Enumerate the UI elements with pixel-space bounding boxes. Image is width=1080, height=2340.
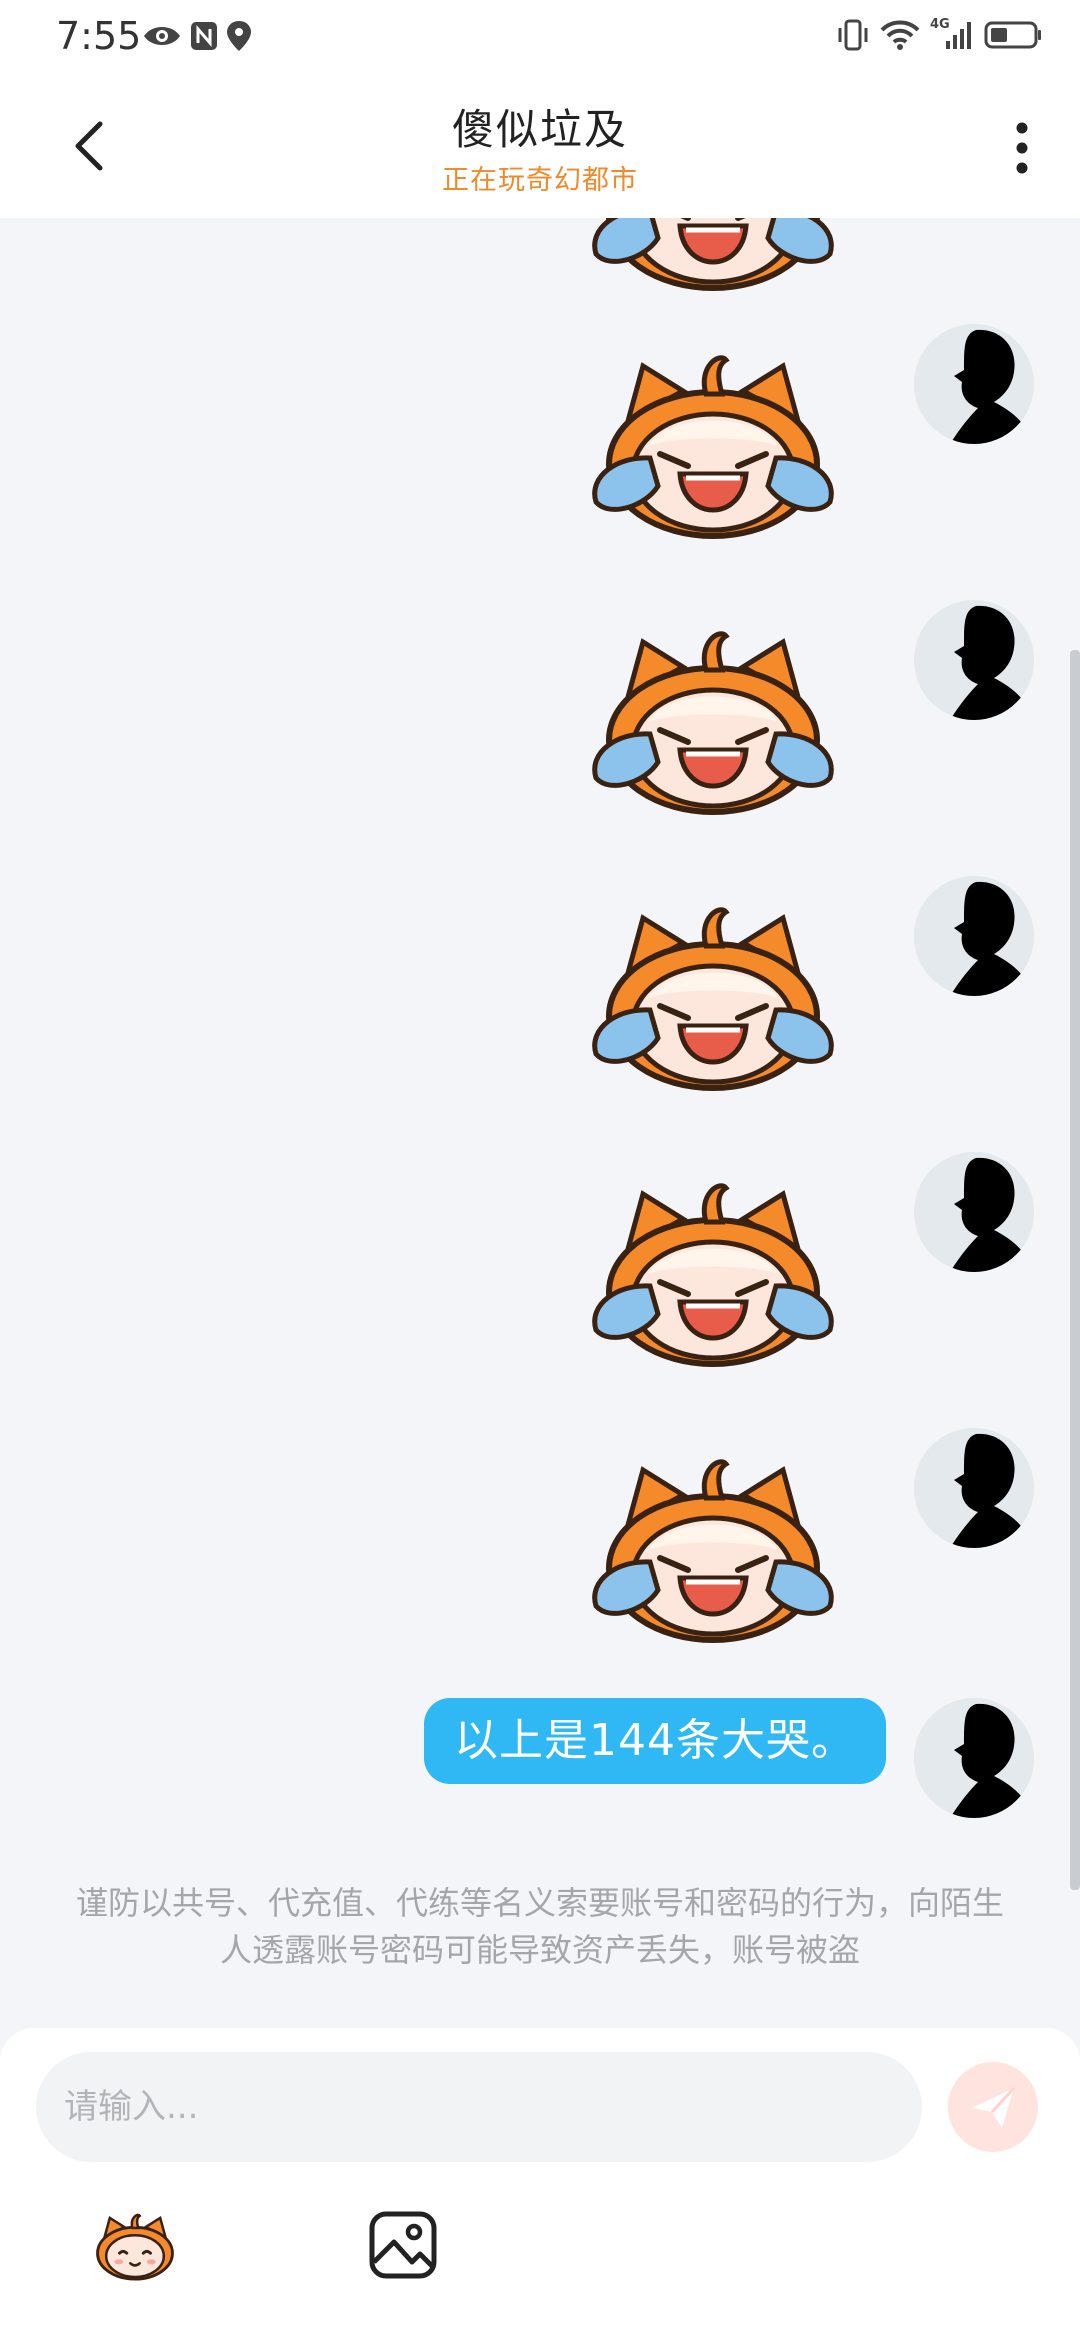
composer-panel [0, 2028, 1080, 2340]
sticker-message-partial[interactable] [588, 218, 838, 294]
sticker-message[interactable] [588, 1174, 838, 1370]
user-avatar[interactable] [914, 600, 1034, 720]
chat-message-list[interactable]: 以上是144条大哭。 谨防以共号、代充值、代练等名义索要账号和密码的行为，向陌生… [0, 218, 1080, 2028]
chat-title: 傻似垃及 [451, 105, 628, 154]
wifi-icon [880, 20, 920, 50]
user-avatar[interactable] [914, 1152, 1034, 1272]
nfc-icon [191, 22, 217, 50]
message-input[interactable] [36, 2052, 922, 2162]
location-icon [227, 21, 251, 51]
chat-subtitle: 正在玩奇幻都市 [442, 165, 638, 196]
user-avatar[interactable] [914, 1428, 1034, 1548]
sticker-message[interactable] [588, 346, 838, 542]
battery-icon [984, 21, 1041, 49]
user-avatar[interactable] [914, 876, 1034, 996]
send-icon [972, 2086, 1016, 2128]
eye-icon [144, 27, 180, 45]
text-message-bubble[interactable]: 以上是144条大哭。 [424, 1698, 886, 1784]
chat-scrollbar[interactable] [1070, 650, 1080, 1890]
sticker-message[interactable] [588, 1450, 838, 1646]
more-options-icon[interactable] [998, 116, 1046, 180]
send-button[interactable] [948, 2062, 1038, 2152]
signal-4g-icon: 4G [930, 17, 974, 51]
image-icon[interactable] [368, 2210, 438, 2280]
user-avatar[interactable] [914, 324, 1034, 444]
chat-header: 傻似垃及 正在玩奇幻都市 [0, 76, 1080, 218]
vibrate-icon [838, 19, 868, 51]
security-notice: 谨防以共号、代充值、代练等名义索要账号和密码的行为，向陌生人透露账号密码可能导致… [75, 1884, 1004, 1969]
sticker-message[interactable] [588, 622, 838, 818]
sticker-message[interactable] [588, 898, 838, 1094]
user-avatar[interactable] [914, 1698, 1034, 1818]
emoji-sticker-icon[interactable] [90, 2204, 180, 2288]
status-bar: 7:55 4G [0, 0, 1080, 76]
status-time: 7:55 [56, 14, 142, 58]
